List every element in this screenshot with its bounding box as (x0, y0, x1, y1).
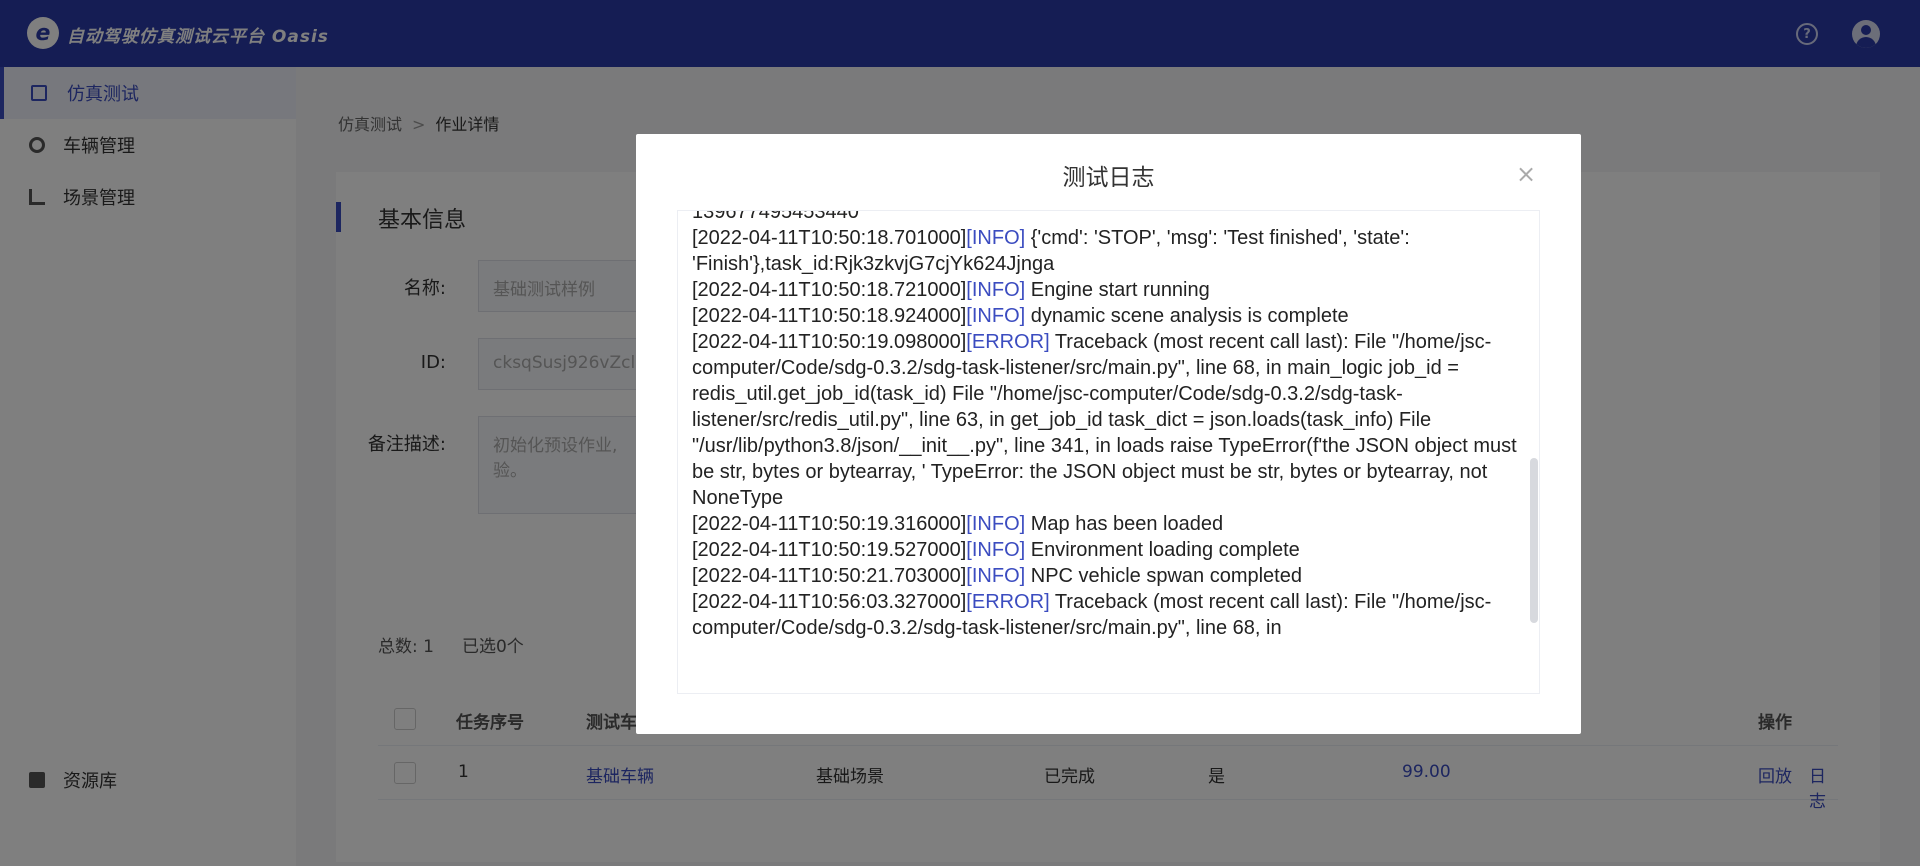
log-level: [INFO] (966, 565, 1026, 587)
log-level: [ERROR] (966, 331, 1050, 353)
log-message: 139677495453440 (692, 210, 859, 223)
log-timestamp: [2022-04-11T10:50:19.316000] (692, 513, 967, 535)
log-line: [2022-04-11T10:56:03.327000][ERROR] Trac… (692, 589, 1522, 641)
log-level: [INFO] (966, 227, 1026, 249)
log-timestamp: [2022-04-11T10:50:18.701000] (692, 227, 967, 249)
log-timestamp: [2022-04-11T10:56:03.327000] (692, 591, 967, 613)
log-message: Traceback (most recent call last): File … (692, 331, 1517, 509)
log-line: [2022-04-11T10:50:19.527000][INFO] Envir… (692, 537, 1522, 563)
log-viewer[interactable]: 139677495453440 [2022-04-11T10:50:18.7010… (677, 210, 1540, 694)
log-timestamp: [2022-04-11T10:50:21.703000] (692, 565, 967, 587)
dialog-title: 测试日志 (1062, 165, 1155, 191)
log-timestamp: [2022-04-11T10:50:18.721000] (692, 279, 967, 301)
log-timestamp: [2022-04-11T10:50:19.527000] (692, 539, 967, 561)
log-line: 139677495453440 (692, 210, 1522, 225)
log-content: 139677495453440 [2022-04-11T10:50:18.7010… (692, 210, 1522, 641)
log-line: [2022-04-11T10:50:21.703000][INFO] NPC v… (692, 563, 1522, 589)
log-level: [INFO] (966, 279, 1026, 301)
log-line: [2022-04-11T10:50:19.098000][ERROR] Trac… (692, 329, 1522, 511)
log-message: dynamic scene analysis is complete (1025, 305, 1349, 327)
log-level: [INFO] (966, 305, 1026, 327)
log-message: Engine start running (1025, 279, 1210, 301)
log-message: Map has been loaded (1025, 513, 1224, 535)
scrollbar-thumb[interactable] (1530, 458, 1538, 623)
log-line: [2022-04-11T10:50:19.316000][INFO] Map h… (692, 511, 1522, 537)
log-line: [2022-04-11T10:50:18.721000][INFO] Engin… (692, 277, 1522, 303)
log-dialog: 测试日志 × 139677495453440 [2022-04-11T10:50:… (636, 134, 1581, 734)
log-message: NPC vehicle spwan completed (1025, 565, 1302, 587)
log-timestamp: [2022-04-11T10:50:19.098000] (692, 331, 967, 353)
close-icon[interactable]: × (1516, 160, 1536, 188)
log-level: [INFO] (966, 539, 1026, 561)
scrollbar-track[interactable] (1530, 211, 1538, 693)
log-message: Environment loading complete (1025, 539, 1300, 561)
log-level: [INFO] (966, 513, 1026, 535)
log-line: [2022-04-11T10:50:18.701000][INFO] {'cmd… (692, 225, 1522, 277)
log-level: [ERROR] (966, 591, 1050, 613)
log-line: [2022-04-11T10:50:18.924000][INFO] dynam… (692, 303, 1522, 329)
log-timestamp: [2022-04-11T10:50:18.924000] (692, 305, 967, 327)
